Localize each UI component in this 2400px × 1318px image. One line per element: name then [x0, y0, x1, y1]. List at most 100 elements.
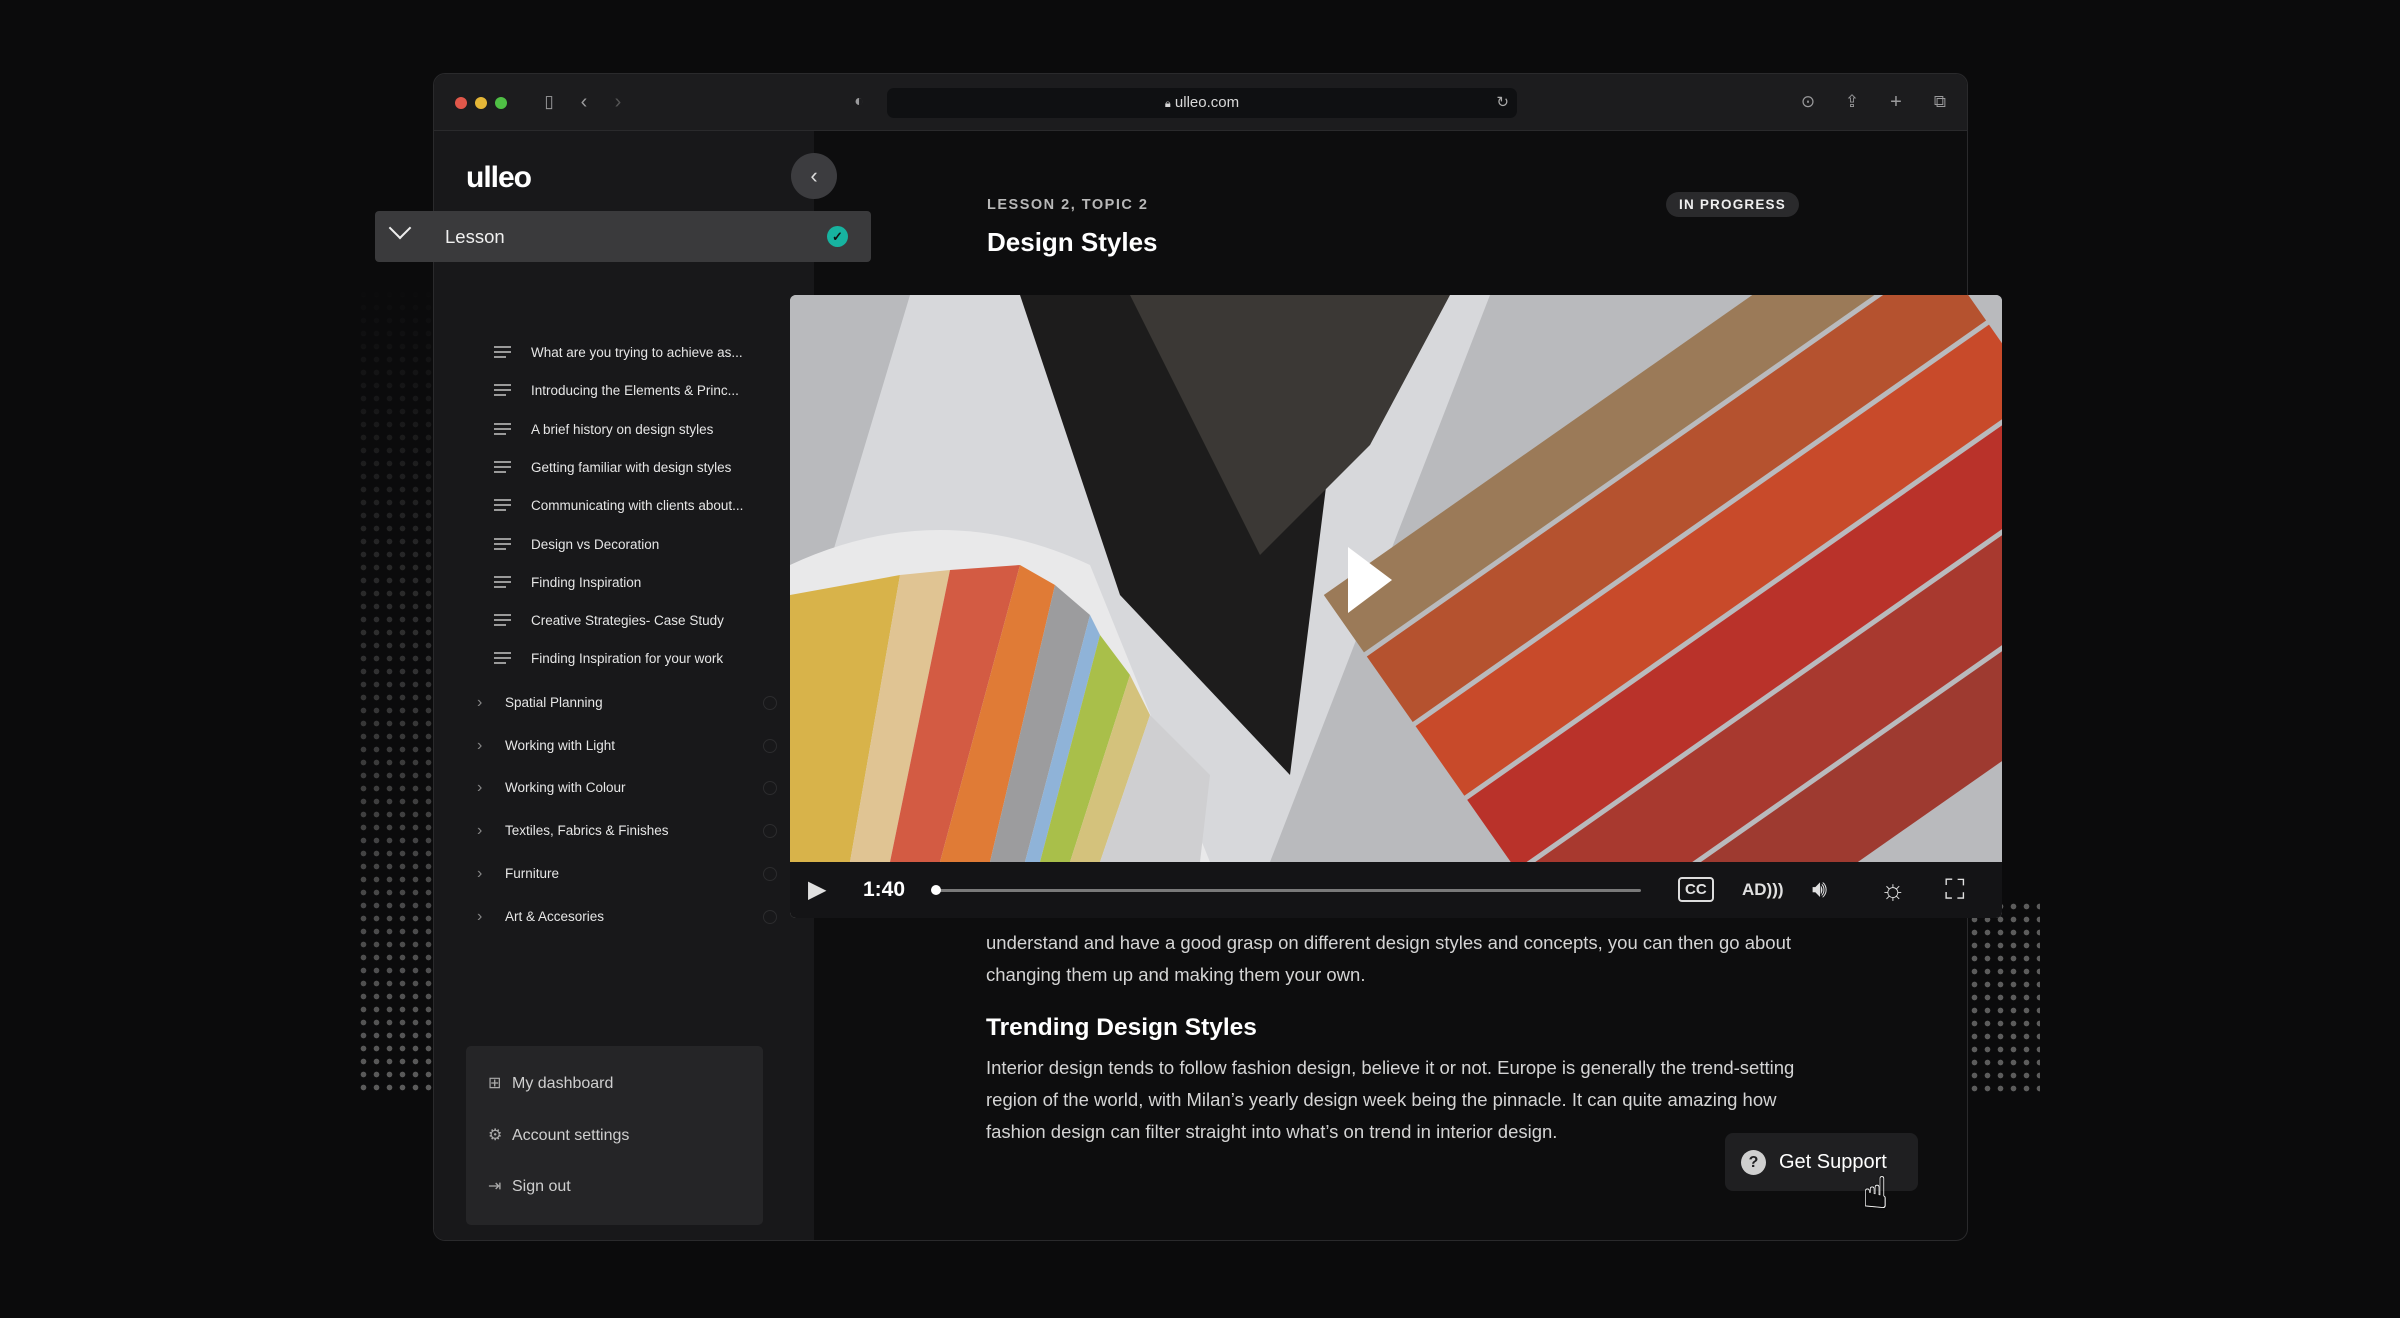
topic-item[interactable]: A brief history on design styles [494, 415, 837, 445]
chevron-right-icon: › [477, 779, 483, 797]
logo: ulleo [466, 161, 532, 194]
menu-item-account-settings[interactable]: ⚙ Account settings [488, 1121, 629, 1151]
chevron-left-icon: ‹ [810, 163, 818, 188]
section-label: Spatial Planning [505, 695, 603, 710]
topic-label: Introducing the Elements & Princ... [531, 383, 739, 399]
status-circle-icon [763, 824, 777, 839]
video-progress-track[interactable] [938, 889, 1641, 892]
text-lines-icon [494, 575, 511, 590]
status-circle-icon [763, 738, 777, 753]
avatar[interactable] [466, 1240, 509, 1241]
get-support-button[interactable]: ? Get Support [1725, 1133, 1918, 1191]
topic-label: Getting familiar with design styles [531, 459, 732, 475]
dashboard-icon: ⊞ [488, 1075, 502, 1092]
topic-label: What are you trying to achieve as... [531, 345, 743, 360]
lesson-accordion-header[interactable]: Lesson ✓ [375, 211, 871, 262]
sidebar: ulleo What are you trying to achieve as.… [434, 131, 837, 1241]
text-lines-icon [494, 346, 511, 360]
settings-icon[interactable]: ☼ [1880, 862, 1906, 918]
paragraph-trending: Interior design tends to follow fashion … [986, 1057, 1795, 1142]
text-lines-icon [494, 537, 511, 552]
chevron-down-icon [388, 216, 412, 240]
menu-item-sign-out[interactable]: ⇥ Sign out [488, 1172, 571, 1202]
topic-item[interactable]: Introducing the Elements & Princ... [494, 376, 837, 406]
topic-item[interactable]: Design vs Decoration [494, 530, 837, 560]
topic-item[interactable]: Finding Inspiration [494, 568, 837, 598]
video-controls: ▶ 1:40 CC AD))) 🔊︎ ☼ ⛶ [790, 862, 2002, 918]
maximize-window-button[interactable] [495, 97, 507, 109]
topic-label: Creative Strategies- Case Study [531, 613, 724, 629]
breadcrumb: LESSON 2, TOPIC 2 [987, 197, 1149, 213]
topic-item[interactable]: Communicating with clients about... [494, 491, 837, 521]
topic-label: Communicating with clients about... [531, 498, 744, 514]
new-tab-icon[interactable]: + [1884, 90, 1908, 114]
topic-label: Design vs Decoration [531, 536, 660, 552]
download-icon[interactable]: ⊙ [1796, 90, 1820, 114]
section-label: Art & Accesories [505, 908, 605, 924]
fullscreen-icon[interactable]: ⛶ [1945, 862, 1965, 918]
section-heading: Trending Design Styles [986, 1014, 1257, 1041]
share-icon[interactable]: ⇪ [1840, 90, 1864, 114]
section-item[interactable]: › Art & Accesories [477, 902, 795, 932]
forward-icon[interactable]: › [606, 90, 630, 114]
hand-cursor-icon: ☝︎ [1862, 1169, 1889, 1218]
menu-item-dashboard[interactable]: ⊞ My dashboard [488, 1069, 613, 1099]
decorative-dots-left [357, 275, 433, 1097]
topic-item[interactable]: What are you trying to achieve as... [494, 338, 837, 368]
chevron-right-icon: › [477, 694, 483, 711]
sign-out-icon: ⇥ [488, 1178, 502, 1195]
video-progress-handle[interactable] [931, 885, 941, 895]
text-lines-icon [494, 460, 511, 475]
text-lines-icon [494, 384, 511, 398]
sidebar-icon[interactable]: ▯ [537, 90, 561, 114]
tabs-icon[interactable]: ⧉ [1928, 90, 1952, 114]
section-label: Furniture [505, 865, 560, 881]
section-item[interactable]: › Working with Light [477, 731, 795, 761]
closed-captions-icon[interactable]: CC [1678, 862, 1714, 918]
lock-icon: 🔒︎ [1164, 98, 1171, 110]
back-icon[interactable]: ‹ [572, 90, 596, 114]
status-circle-icon [763, 696, 777, 710]
topic-item[interactable]: Finding Inspiration for your work [494, 644, 837, 674]
chevron-right-icon: › [477, 736, 483, 754]
audio-description-icon[interactable]: AD))) [1742, 862, 1784, 918]
topic-item[interactable]: Getting familiar with design styles [494, 453, 837, 483]
status-circle-icon [763, 866, 777, 881]
section-item[interactable]: › Spatial Planning [477, 688, 795, 718]
account-menu: ⊞ My dashboard ⚙ Account settings ⇥ Sign ou… [466, 1046, 763, 1225]
section-label: Working with Colour [505, 780, 626, 796]
chevron-right-icon: › [477, 822, 483, 840]
video-time: 1:40 [863, 878, 906, 901]
chevron-right-icon: › [477, 864, 483, 882]
browser-toolbar: ▯ ‹ › ◐ 🔒︎ ulleo.com ↻ ⊙ ⇪ + ⧉ [434, 74, 1967, 131]
video-player[interactable]: ▶ 1:40 CC AD))) 🔊︎ ☼ ⛶ [790, 295, 2002, 918]
volume-icon[interactable]: 🔊︎ [1812, 862, 1827, 918]
topic-label: Finding Inspiration [531, 574, 642, 590]
reload-icon[interactable]: ↻ [1496, 88, 1509, 118]
section-item[interactable]: › Working with Colour [477, 773, 795, 803]
collapse-sidebar-button[interactable]: ‹ [791, 153, 837, 199]
section-label: Working with Light [505, 737, 616, 753]
topic-item[interactable]: Creative Strategies- Case Study [494, 606, 837, 636]
gear-icon: ⚙ [488, 1127, 503, 1144]
minimize-window-button[interactable] [475, 97, 487, 109]
topic-label: Finding Inspiration for your work [531, 651, 724, 667]
close-window-button[interactable] [455, 97, 467, 109]
text-lines-icon [494, 652, 511, 666]
lesson-label: Lesson [445, 226, 505, 247]
status-badge: IN PROGRESS [1666, 192, 1799, 217]
play-icon[interactable]: ▶ [808, 862, 826, 918]
address-bar[interactable]: 🔒︎ ulleo.com ↻ [887, 88, 1517, 118]
url-text: ulleo.com [1174, 94, 1240, 111]
play-overlay-icon[interactable] [1348, 547, 1392, 613]
status-circle-icon [763, 909, 777, 924]
check-circle-icon: ✓ [827, 226, 848, 247]
section-item[interactable]: › Textiles, Fabrics & Finishes [477, 816, 795, 846]
shield-icon[interactable]: ◐ [847, 90, 871, 114]
section-item[interactable]: › Furniture [477, 859, 795, 889]
help-icon: ? [1741, 1150, 1766, 1175]
paragraph-intro: understand and have a good grasp on diff… [986, 932, 1791, 985]
chevron-right-icon: › [477, 907, 483, 925]
decorative-dots-right [1968, 900, 2040, 1097]
video-thumbnail [790, 295, 2002, 862]
